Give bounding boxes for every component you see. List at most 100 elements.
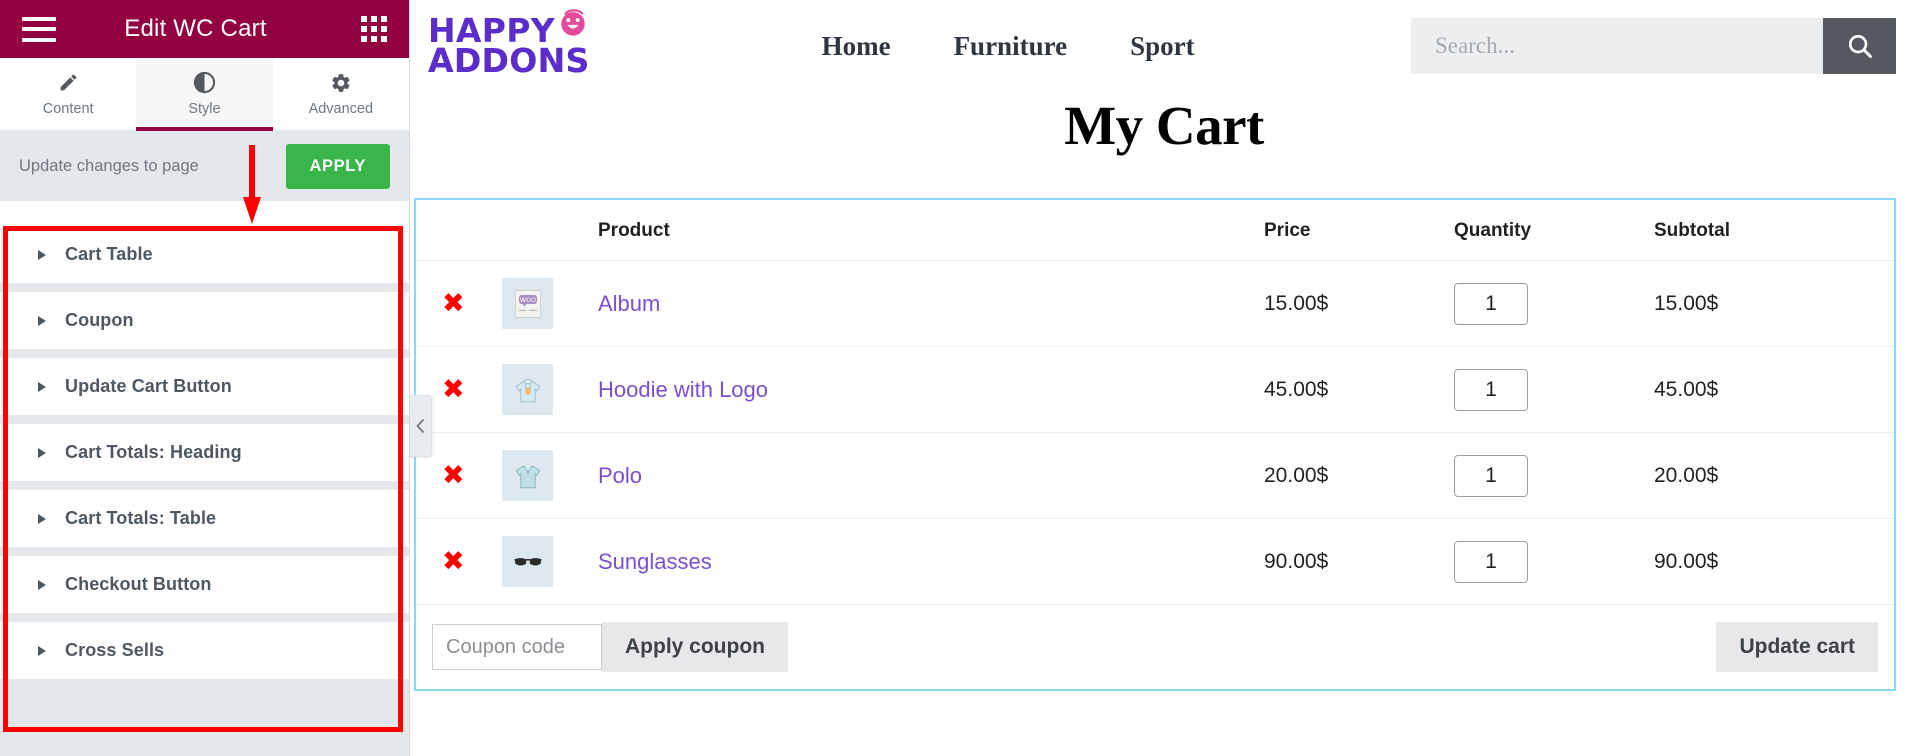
col-subtotal: Subtotal (1654, 220, 1730, 241)
apply-bar-text: Update changes to page (19, 156, 199, 175)
col-price: Price (1264, 220, 1311, 241)
product-link[interactable]: Hoodie with Logo (598, 377, 768, 402)
table-row: ✖ Polo 20.00$ 1 20.00$ (416, 432, 1894, 519)
section-checkout-button[interactable]: Checkout Button (0, 556, 409, 622)
subtotal-cell: 90.00$ (1654, 518, 1894, 605)
cart-widget[interactable]: Product Price Quantity Subtotal ✖ WOO Al… (414, 198, 1896, 691)
svg-text:WOO: WOO (519, 297, 535, 304)
quantity-cell: 1 (1454, 346, 1654, 433)
section-label: Coupon (65, 310, 134, 330)
tab-advanced[interactable]: Advanced (273, 58, 409, 130)
chevron-left-icon (415, 418, 424, 434)
hamburger-menu-icon[interactable] (22, 16, 56, 42)
price-cell: 45.00$ (1264, 346, 1454, 433)
chevron-right-icon (38, 447, 46, 458)
table-header-row: Product Price Quantity Subtotal (416, 200, 1894, 261)
tab-style-label: Style (188, 100, 221, 117)
cart-table: Product Price Quantity Subtotal ✖ WOO Al… (416, 200, 1894, 689)
subtotal-cell: 45.00$ (1654, 346, 1894, 433)
chevron-right-icon (38, 645, 46, 656)
remove-item-icon[interactable]: ✖ (442, 546, 465, 577)
col-product: Product (598, 220, 670, 241)
update-cart-button[interactable]: Update cart (1716, 622, 1878, 672)
section-coupon[interactable]: Coupon (0, 292, 409, 358)
col-quantity: Quantity (1454, 220, 1532, 241)
quantity-cell: 1 (1454, 432, 1654, 519)
remove-cell: ✖ (416, 518, 502, 605)
site-logo[interactable]: HAPPY ADDONS (428, 8, 590, 80)
product-link[interactable]: Polo (598, 463, 642, 488)
section-update-cart-button[interactable]: Update Cart Button (0, 358, 409, 424)
chevron-right-icon (38, 513, 46, 524)
elementor-panel: Edit WC Cart Content Style Advanced Upda… (0, 0, 410, 756)
remove-item-icon[interactable]: ✖ (442, 460, 465, 491)
chevron-right-icon (38, 381, 46, 392)
tab-advanced-label: Advanced (308, 100, 374, 117)
section-label: Cart Table (65, 244, 153, 264)
search-input[interactable] (1411, 18, 1823, 74)
sunglasses-icon (502, 536, 553, 587)
col-thumbnail (502, 200, 598, 261)
nav-item-sport[interactable]: Sport (1130, 31, 1195, 62)
chevron-right-icon (38, 249, 46, 260)
section-label: Cart Totals: Heading (65, 442, 242, 462)
table-row: ✖ Hoodie with Logo 45.00$ 1 45.00$ (416, 346, 1894, 433)
search-bar (1411, 18, 1896, 74)
quantity-stepper[interactable]: 1 (1454, 282, 1528, 325)
nav-item-furniture[interactable]: Furniture (954, 31, 1068, 62)
chevron-right-icon (38, 579, 46, 590)
gear-icon (330, 72, 352, 94)
site-nav: Home Furniture Sport (822, 31, 1195, 62)
chevron-right-icon (38, 315, 46, 326)
subtotal-cell: 20.00$ (1654, 432, 1894, 519)
apply-coupon-button[interactable]: Apply coupon (602, 622, 788, 672)
search-icon (1848, 34, 1872, 58)
col-remove (416, 200, 502, 261)
woo-album-icon: WOO (502, 278, 553, 329)
product-cell: Polo (598, 432, 1264, 519)
polo-shirt-icon (502, 450, 553, 501)
section-label: Cross Sells (65, 640, 165, 660)
quantity-stepper[interactable]: 1 (1454, 454, 1528, 497)
panel-tabs: Content Style Advanced (0, 58, 409, 131)
contrast-circle-icon (193, 71, 216, 94)
section-cross-sells[interactable]: Cross Sells (0, 622, 409, 688)
thumbnail-cell: WOO (502, 260, 598, 347)
cart-table-body: ✖ WOO Album 15.00$ 1 15.00$ ✖ Hoodie wit… (416, 260, 1894, 689)
section-label: Update Cart Button (65, 376, 232, 396)
remove-item-icon[interactable]: ✖ (442, 288, 465, 319)
panel-title: Edit WC Cart (124, 15, 267, 42)
happy-face-icon (558, 7, 588, 37)
hoodie-icon (502, 364, 553, 415)
table-row: ✖ WOO Album 15.00$ 1 15.00$ (416, 260, 1894, 347)
search-button[interactable] (1823, 18, 1896, 74)
remove-cell: ✖ (416, 260, 502, 347)
remove-item-icon[interactable]: ✖ (442, 374, 465, 405)
product-link[interactable]: Sunglasses (598, 549, 712, 574)
section-cart-totals-heading[interactable]: Cart Totals: Heading (0, 424, 409, 490)
tab-content-label: Content (42, 100, 94, 117)
coupon-code-input[interactable] (432, 624, 602, 670)
apply-button[interactable]: APPLY (285, 143, 390, 189)
logo-line2: ADDONS (428, 41, 590, 80)
apply-bar: Update changes to page APPLY (0, 131, 409, 201)
section-cart-table[interactable]: Cart Table (0, 226, 409, 292)
quantity-stepper[interactable]: 1 (1454, 368, 1528, 411)
tab-content[interactable]: Content (0, 58, 136, 130)
site-preview: HAPPY ADDONS Home Furniture Sport Search… (410, 0, 1918, 756)
product-cell: Album (598, 260, 1264, 347)
nav-item-home[interactable]: Home (822, 31, 891, 62)
quantity-cell: 1 (1454, 260, 1654, 347)
subtotal-cell: 15.00$ (1654, 260, 1894, 347)
thumbnail-cell (502, 518, 598, 605)
tab-style[interactable]: Style (136, 58, 273, 131)
quantity-stepper[interactable]: 1 (1454, 540, 1528, 583)
price-cell: 15.00$ (1264, 260, 1454, 347)
section-cart-totals-table[interactable]: Cart Totals: Table (0, 490, 409, 556)
panel-collapse-handle[interactable] (410, 395, 432, 457)
product-cell: Hoodie with Logo (598, 346, 1264, 433)
site-header: HAPPY ADDONS Home Furniture Sport Search… (410, 0, 1918, 92)
product-link[interactable]: Album (598, 291, 660, 316)
coupon-cell: Apply coupon (416, 604, 1454, 689)
grid-apps-icon[interactable] (360, 16, 387, 42)
